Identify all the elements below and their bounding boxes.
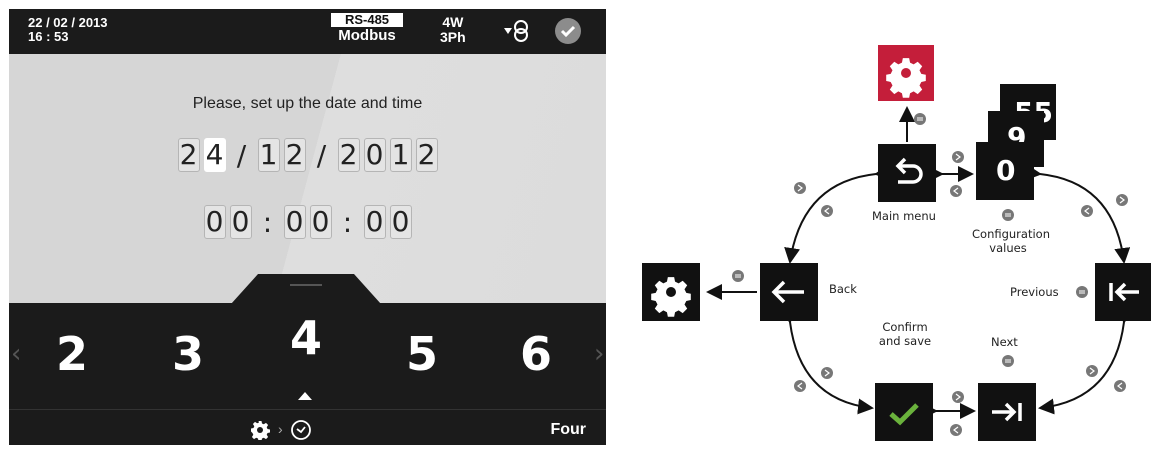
setup-prompt: Please, set up the date and time <box>192 95 423 112</box>
wiring-info: 4W 3Ph <box>440 15 466 45</box>
settings-gear-icon[interactable] <box>250 420 270 440</box>
return-icon <box>895 157 923 184</box>
next-node <box>978 383 1036 441</box>
back-node <box>760 263 818 321</box>
date-digit-active[interactable]: 4 <box>203 138 226 172</box>
time-digit[interactable]: 0 <box>389 205 412 239</box>
time-digit[interactable]: 0 <box>229 205 252 239</box>
picker-value[interactable]: 5 <box>392 329 452 379</box>
picker-value-selected[interactable]: 4 <box>276 313 336 363</box>
selection-indicator-icon <box>298 392 312 400</box>
confirm-label: Confirm and save <box>873 320 937 348</box>
picker-next-chevron-icon[interactable]: › <box>594 339 604 369</box>
date-digit[interactable]: 2 <box>415 138 438 172</box>
date-time-setup-panel: Please, set up the date and time 2 4 / 1… <box>9 54 606 303</box>
date-digit[interactable]: 1 <box>257 138 280 172</box>
protocol-label: Modbus <box>338 27 396 44</box>
date-digit[interactable]: 2 <box>337 138 360 172</box>
bus-type-badge: RS-485 <box>331 13 403 27</box>
datetime-display: 22 / 02 / 2013 16 : 53 <box>28 16 108 44</box>
date-digit[interactable]: 1 <box>389 138 412 172</box>
bottom-bar: › Four <box>9 409 606 445</box>
date-separator: / <box>316 138 327 172</box>
value-picker[interactable]: ‹ 2 3 4 5 6 › <box>9 303 606 403</box>
main-menu-node <box>878 144 936 202</box>
configuration-values-label: Configuration values <box>972 227 1050 255</box>
previous-icon <box>1109 282 1139 302</box>
time-separator: : <box>262 205 273 239</box>
clock-icon[interactable] <box>290 419 312 441</box>
picker-value[interactable]: 3 <box>158 329 218 379</box>
breadcrumb-chevron-icon: › <box>278 421 283 437</box>
back-label: Back <box>829 282 857 296</box>
time-digit[interactable]: 0 <box>363 205 386 239</box>
checkmark-icon <box>889 403 919 426</box>
settings-node <box>642 263 700 321</box>
status-bar: 22 / 02 / 2013 16 : 53 RS-485 Modbus 4W … <box>9 9 606 54</box>
previous-label: Previous <box>1010 285 1059 299</box>
next-label: Next <box>991 335 1018 349</box>
status-date: 22 / 02 / 2013 <box>28 15 108 30</box>
config-value: 0 <box>996 154 1016 187</box>
date-digit[interactable]: 0 <box>363 138 386 172</box>
configuration-values-node: 0 <box>976 142 1034 200</box>
picker-prev-chevron-icon[interactable]: ‹ <box>11 339 21 369</box>
status-time: 16 : 53 <box>28 29 69 44</box>
config-label-line2: values <box>989 241 1027 255</box>
picker-value[interactable]: 6 <box>506 329 566 379</box>
settings-gear-icon <box>886 58 926 98</box>
selected-value-label: Four <box>550 421 586 438</box>
next-icon <box>992 402 1022 422</box>
date-input-row: 2 4 / 1 2 / 2 0 1 2 <box>9 138 606 172</box>
transformer-icon <box>504 20 528 42</box>
back-arrow-icon <box>771 280 804 304</box>
communication-info: RS-485 Modbus <box>325 13 409 44</box>
time-input-row: 0 0 : 0 0 : 0 0 <box>9 205 606 239</box>
picker-value[interactable]: 2 <box>42 329 102 379</box>
time-digit[interactable]: 0 <box>203 205 226 239</box>
main-menu-label: Main menu <box>872 209 936 223</box>
wiring-label: 4W <box>442 14 464 30</box>
config-label-line1: Configuration <box>972 227 1050 241</box>
confirm-label-line2: and save <box>878 334 932 348</box>
device-screen: 22 / 02 / 2013 16 : 53 RS-485 Modbus 4W … <box>9 9 606 445</box>
grip-lines <box>290 284 322 286</box>
status-ok-icon <box>555 18 581 44</box>
time-digit[interactable]: 0 <box>309 205 332 239</box>
confirm-node <box>875 383 933 441</box>
date-digit[interactable]: 2 <box>283 138 306 172</box>
navigation-diagram: Main menu 55 9 0 Configuration values Ba… <box>630 0 1151 452</box>
phase-label: 3Ph <box>440 29 466 45</box>
date-digit[interactable]: 2 <box>177 138 200 172</box>
time-separator: : <box>342 205 353 239</box>
date-separator: / <box>236 138 247 172</box>
settings-menu-node <box>878 45 934 101</box>
settings-gear-icon <box>651 277 691 317</box>
time-digit[interactable]: 0 <box>283 205 306 239</box>
confirm-label-line1: Confirm <box>882 320 928 334</box>
previous-node <box>1095 263 1151 321</box>
